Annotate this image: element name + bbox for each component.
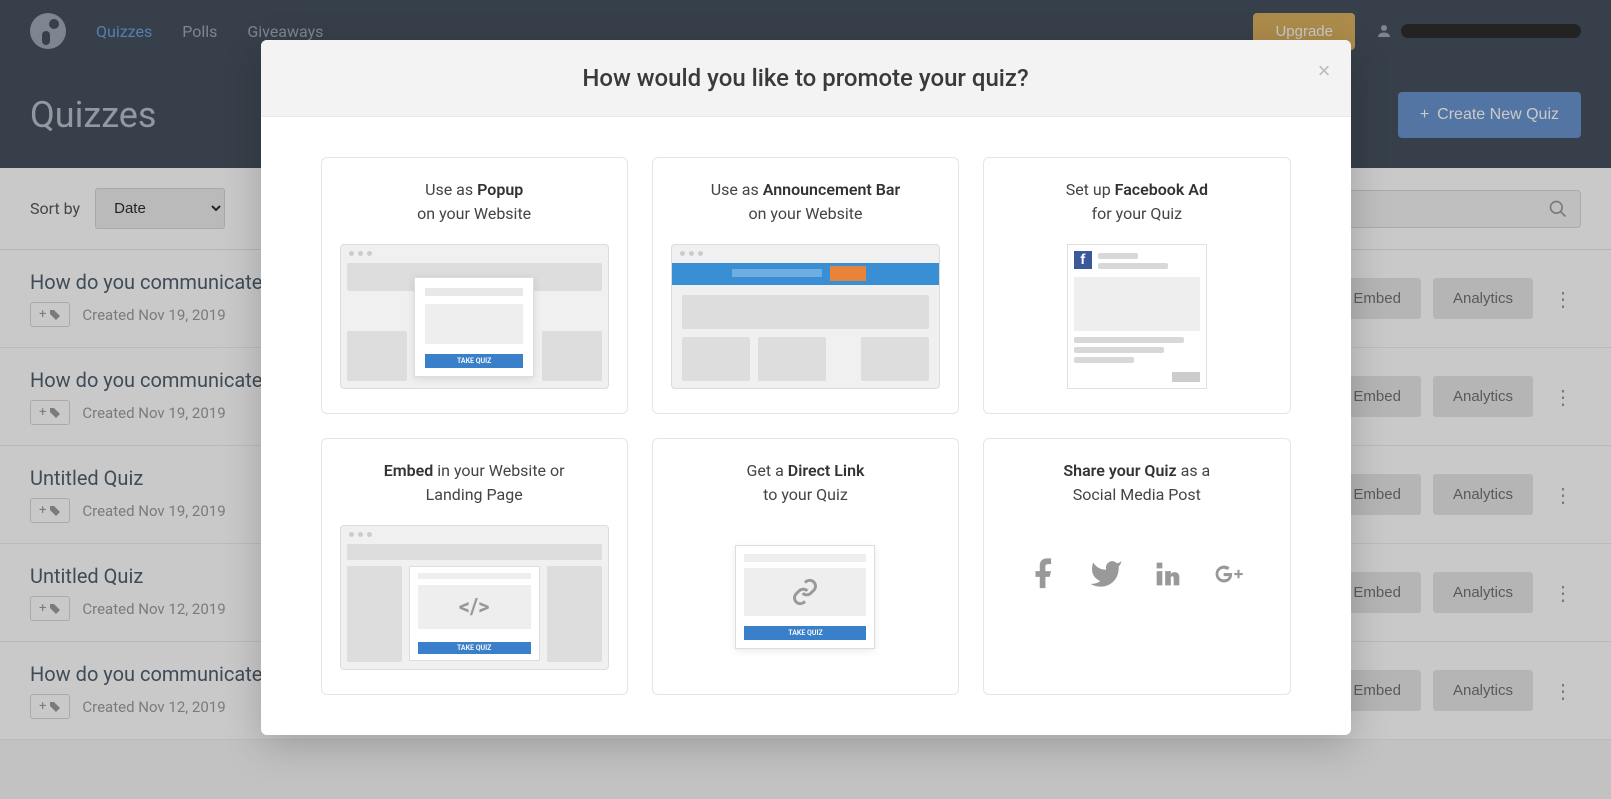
social-icons	[1002, 557, 1271, 595]
option-popup[interactable]: Use as Popup on your Website TAKE QUIZ	[321, 157, 628, 414]
modal-overlay[interactable]: How would you like to promote your quiz?…	[0, 0, 1611, 799]
facebook-share-icon[interactable]	[1027, 557, 1061, 595]
option-label: Use as Popup on your Website	[340, 178, 609, 226]
promote-modal: How would you like to promote your quiz?…	[261, 40, 1351, 735]
option-label: Set up Facebook Ad for your Quiz	[1002, 178, 1271, 226]
option-embed[interactable]: Embed in your Website or Landing Page </…	[321, 438, 628, 695]
linkedin-share-icon[interactable]	[1151, 557, 1185, 595]
facebook-ad-diagram: f	[1067, 244, 1207, 389]
option-social-share[interactable]: Share your Quiz as a Social Media Post	[983, 438, 1290, 695]
option-facebook-ad[interactable]: Set up Facebook Ad for your Quiz f	[983, 157, 1290, 414]
option-label: Use as Announcement Bar on your Website	[671, 178, 940, 226]
option-announcement-bar[interactable]: Use as Announcement Bar on your Website	[652, 157, 959, 414]
modal-title: How would you like to promote your quiz?	[285, 64, 1327, 92]
modal-close-button[interactable]: ×	[1318, 58, 1331, 84]
popup-diagram: TAKE QUIZ	[340, 244, 609, 389]
code-icon: </>	[418, 585, 531, 629]
link-icon	[744, 568, 866, 616]
option-direct-link[interactable]: Get a Direct Link to your Quiz TAKE QUIZ	[652, 438, 959, 695]
option-label: Get a Direct Link to your Quiz	[671, 459, 940, 507]
direct-link-diagram: TAKE QUIZ	[671, 525, 940, 670]
option-label: Embed in your Website or Landing Page	[340, 459, 609, 507]
google-plus-share-icon[interactable]	[1213, 557, 1247, 595]
announcement-diagram	[671, 244, 940, 389]
twitter-share-icon[interactable]	[1089, 557, 1123, 595]
embed-diagram: </> TAKE QUIZ	[340, 525, 609, 670]
option-label: Share your Quiz as a Social Media Post	[1002, 459, 1271, 507]
facebook-icon: f	[1074, 251, 1092, 269]
